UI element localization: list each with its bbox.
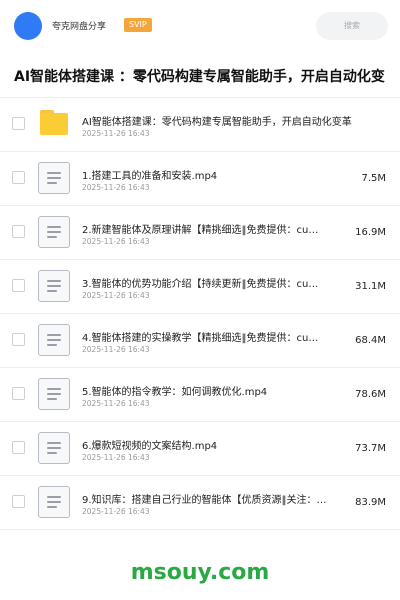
row-checkbox[interactable]: [12, 441, 25, 454]
file-row[interactable]: 3.智能体的优势功能介绍【持续更新‖免费提供：cu… 2025-11-26 16:…: [0, 260, 400, 314]
folder-icon: [38, 108, 70, 140]
document-icon: [38, 378, 70, 410]
row-checkbox[interactable]: [12, 495, 25, 508]
row-checkbox[interactable]: [12, 225, 25, 238]
page-title: AI智能体搭建课 ：零代码构建专属智能助手，开启自动化变: [14, 69, 385, 85]
document-icon: [38, 324, 70, 356]
row-checkbox[interactable]: [12, 279, 25, 292]
file-size: 83.9M: [355, 497, 386, 508]
file-size: 31.1M: [355, 281, 386, 292]
file-list: AI智能体搭建课：零代码构建专属智能助手，开启自动化变革 2025-11-26 1…: [0, 98, 400, 530]
file-name[interactable]: 9.知识库：搭建自己行业的智能体【优质资源‖关注：…: [82, 491, 344, 506]
row-checkbox[interactable]: [12, 171, 25, 184]
file-date: 2025-11-26 16:43: [82, 237, 150, 246]
document-icon: [38, 270, 70, 302]
file-name[interactable]: 4.智能体搭建的实操教学【精挑细选‖免费提供：cu…: [82, 329, 344, 344]
file-row[interactable]: 4.智能体搭建的实操教学【精挑细选‖免费提供：cu… 2025-11-26 16:…: [0, 314, 400, 368]
file-date: 2025-11-26 16:43: [82, 129, 150, 138]
file-date: 2025-11-26 16:43: [82, 291, 150, 300]
file-date: 2025-11-26 16:43: [82, 183, 150, 192]
file-name[interactable]: 2.新建智能体及原理讲解【精挑细选‖免费提供：cu…: [82, 221, 344, 236]
file-row[interactable]: 9.知识库：搭建自己行业的智能体【优质资源‖关注：… 2025-11-26 16:…: [0, 476, 400, 530]
file-row[interactable]: 5.智能体的指令教学：如何调教优化.mp4 2025-11-26 16:43 78.…: [0, 368, 400, 422]
svip-badge: SVIP: [124, 18, 152, 32]
header: 夸克网盘分享 SVIP 搜索: [0, 0, 400, 52]
file-size: 16.9M: [355, 227, 386, 238]
row-checkbox[interactable]: [12, 333, 25, 346]
file-row[interactable]: 6.爆款短视频的文案结构.mp4 2025-11-26 16:43 73.7M: [0, 422, 400, 476]
avatar[interactable]: [14, 12, 42, 40]
file-name[interactable]: AI智能体搭建课：零代码构建专属智能助手，开启自动化变革: [82, 113, 372, 128]
watermark-text: msouy.com: [130, 560, 270, 585]
row-checkbox[interactable]: [12, 117, 25, 130]
file-name[interactable]: 3.智能体的优势功能介绍【持续更新‖免费提供：cu…: [82, 275, 344, 290]
file-name[interactable]: 1.搭建工具的准备和安装.mp4: [82, 167, 344, 182]
file-size: 7.5M: [361, 173, 386, 184]
document-icon: [38, 216, 70, 248]
file-date: 2025-11-26 16:43: [82, 399, 150, 408]
title-bar: AI智能体搭建课 ：零代码构建专属智能助手，开启自动化变: [0, 52, 400, 98]
file-date: 2025-11-26 16:43: [82, 507, 150, 516]
share-owner-name: 夸克网盘分享: [52, 22, 107, 32]
document-icon: [38, 486, 70, 518]
file-name[interactable]: 5.智能体的指令教学：如何调教优化.mp4: [82, 383, 344, 398]
file-size: 68.4M: [355, 335, 386, 346]
row-checkbox[interactable]: [12, 387, 25, 400]
folder-row[interactable]: AI智能体搭建课：零代码构建专属智能助手，开启自动化变革 2025-11-26 1…: [0, 98, 400, 152]
search-input[interactable]: 搜索: [316, 12, 388, 40]
document-icon: [38, 432, 70, 464]
file-size: 73.7M: [355, 443, 386, 454]
file-name[interactable]: 6.爆款短视频的文案结构.mp4: [82, 437, 344, 452]
file-date: 2025-11-26 16:43: [82, 453, 150, 462]
file-row[interactable]: 2.新建智能体及原理讲解【精挑细选‖免费提供：cu… 2025-11-26 16:…: [0, 206, 400, 260]
file-row[interactable]: 1.搭建工具的准备和安装.mp4 2025-11-26 16:43 7.5M: [0, 152, 400, 206]
file-size: 78.6M: [355, 389, 386, 400]
file-date: 2025-11-26 16:43: [82, 345, 150, 354]
document-icon: [38, 162, 70, 194]
